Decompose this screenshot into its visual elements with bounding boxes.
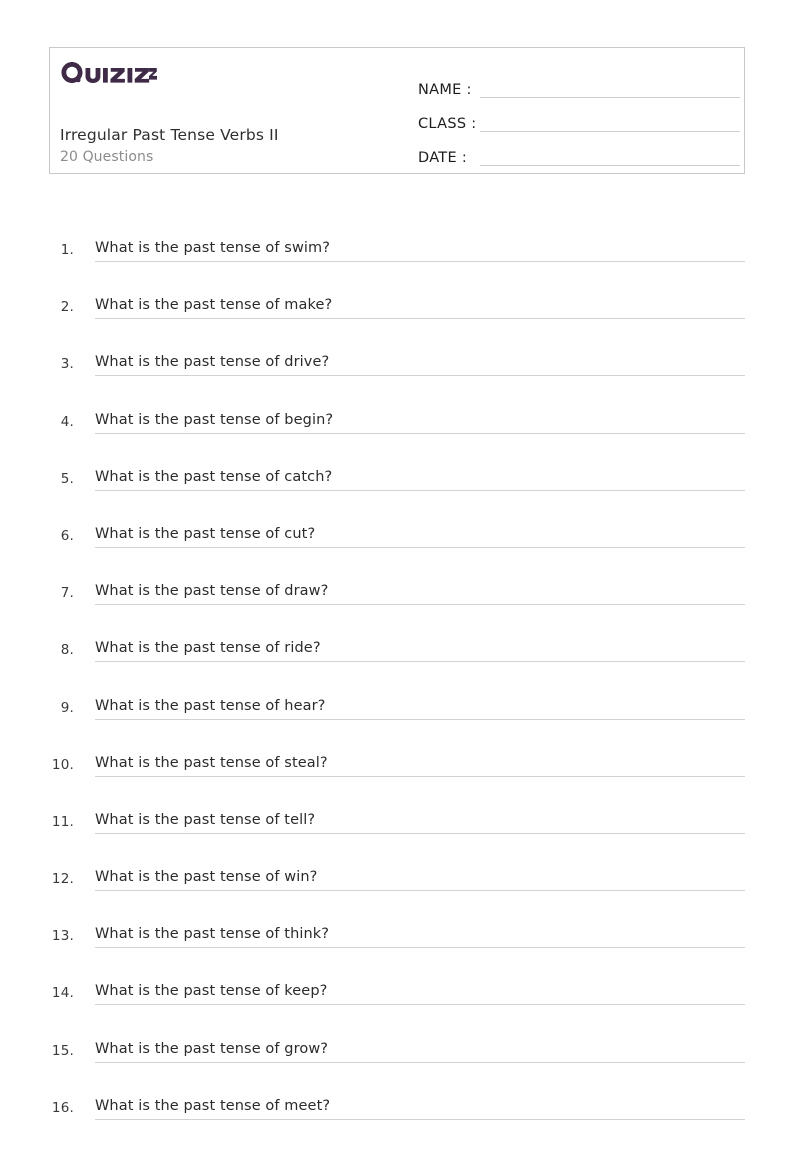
question-count: 20 Questions (60, 149, 154, 165)
answer-line[interactable]: What is the past tense of steal? (95, 752, 745, 777)
date-field-row: DATE : (418, 135, 740, 169)
answer-line[interactable]: What is the past tense of grow? (95, 1038, 745, 1063)
question-row: 13. What is the past tense of think? (0, 923, 794, 980)
question-text: What is the past tense of steal? (95, 754, 328, 771)
question-number: 2. (60, 299, 74, 316)
question-text: What is the past tense of think? (95, 926, 330, 943)
header-left-column: Irregular Past Tense Verbs II 20 Questio… (60, 56, 400, 165)
answer-line[interactable]: What is the past tense of make? (95, 294, 745, 320)
question-number: 7. (60, 585, 74, 602)
question-row: 11. What is the past tense of tell? (0, 809, 794, 866)
question-row: 2. What is the past tense of make? (0, 294, 794, 351)
answer-line[interactable]: What is the past tense of ride? (95, 637, 745, 663)
question-text: What is the past tense of meet? (95, 1097, 331, 1114)
answer-line[interactable]: What is the past tense of keep? (95, 980, 745, 1006)
answer-line[interactable]: What is the past tense of swim? (95, 237, 745, 262)
question-text: What is the past tense of ride? (95, 640, 321, 657)
question-number: 15. (51, 1042, 74, 1059)
question-number: 3. (60, 356, 74, 373)
question-number: 6. (60, 527, 74, 544)
answer-line[interactable]: What is the past tense of draw? (95, 580, 745, 606)
question-row: 14. What is the past tense of keep? (0, 980, 794, 1037)
question-number: 13. (51, 928, 74, 945)
student-info-fields: NAME : CLASS : DATE : (418, 67, 740, 169)
answer-line[interactable]: What is the past tense of tell? (95, 809, 745, 834)
question-text: What is the past tense of cut? (95, 525, 316, 542)
name-field-row: NAME : (418, 67, 740, 101)
question-text: What is the past tense of drive? (95, 354, 330, 371)
question-number: 4. (60, 413, 74, 430)
question-row: 1. What is the past tense of swim? (0, 237, 794, 294)
question-text: What is the past tense of tell? (95, 811, 316, 828)
question-text: What is the past tense of hear? (95, 697, 326, 714)
question-row: 12. What is the past tense of win? (0, 866, 794, 923)
class-label: CLASS : (418, 116, 477, 132)
question-text: What is the past tense of grow? (95, 1040, 329, 1057)
quizizz-logo-icon (61, 62, 157, 83)
question-row: 6. What is the past tense of cut? (0, 523, 794, 580)
question-row: 16. What is the past tense of meet? (0, 1095, 794, 1152)
question-list: 1. What is the past tense of swim? 2. What … (0, 237, 794, 1152)
page-title: Irregular Past Tense Verbs II (60, 126, 279, 144)
question-number: 5. (60, 470, 74, 487)
name-label: NAME : (418, 82, 472, 98)
question-row: 3. What is the past tense of drive? (0, 351, 794, 408)
answer-line[interactable]: What is the past tense of hear? (95, 695, 745, 720)
question-row: 8. What is the past tense of ride? (0, 637, 794, 694)
name-input-line[interactable] (480, 96, 740, 98)
question-text: What is the past tense of keep? (95, 983, 328, 1000)
question-row: 10. What is the past tense of steal? (0, 752, 794, 809)
question-text: What is the past tense of make? (95, 297, 333, 314)
answer-line[interactable]: What is the past tense of think? (95, 923, 745, 949)
answer-line[interactable]: What is the past tense of drive? (95, 351, 745, 377)
question-number: 14. (51, 985, 74, 1002)
answer-line[interactable]: What is the past tense of win? (95, 866, 745, 892)
class-input-line[interactable] (480, 130, 740, 132)
question-row: 9. What is the past tense of hear? (0, 695, 794, 752)
question-number: 11. (51, 813, 74, 830)
question-row: 4. What is the past tense of begin? (0, 409, 794, 466)
question-text: What is the past tense of begin? (95, 411, 334, 428)
question-number: 8. (60, 642, 74, 659)
question-number: 9. (60, 699, 74, 716)
question-text: What is the past tense of catch? (95, 468, 333, 485)
answer-line[interactable]: What is the past tense of catch? (95, 466, 745, 491)
answer-line[interactable]: What is the past tense of begin? (95, 409, 745, 434)
question-text: What is the past tense of win? (95, 869, 318, 886)
class-field-row: CLASS : (418, 101, 740, 135)
date-input-line[interactable] (480, 164, 740, 166)
question-row: 15. What is the past tense of grow? (0, 1038, 794, 1095)
question-row: 5. What is the past tense of catch? (0, 466, 794, 523)
question-number: 1. (60, 242, 74, 258)
question-number: 12. (51, 871, 74, 888)
question-row: 7. What is the past tense of draw? (0, 580, 794, 637)
question-text: What is the past tense of draw? (95, 583, 329, 600)
answer-line[interactable]: What is the past tense of meet? (95, 1095, 745, 1120)
worksheet-header-card: Irregular Past Tense Verbs II 20 Questio… (49, 47, 745, 174)
date-label: DATE : (418, 150, 468, 166)
question-text: What is the past tense of swim? (95, 240, 331, 256)
question-number: 16. (51, 1099, 74, 1116)
question-number: 10. (51, 756, 74, 773)
answer-line[interactable]: What is the past tense of cut? (95, 523, 745, 548)
